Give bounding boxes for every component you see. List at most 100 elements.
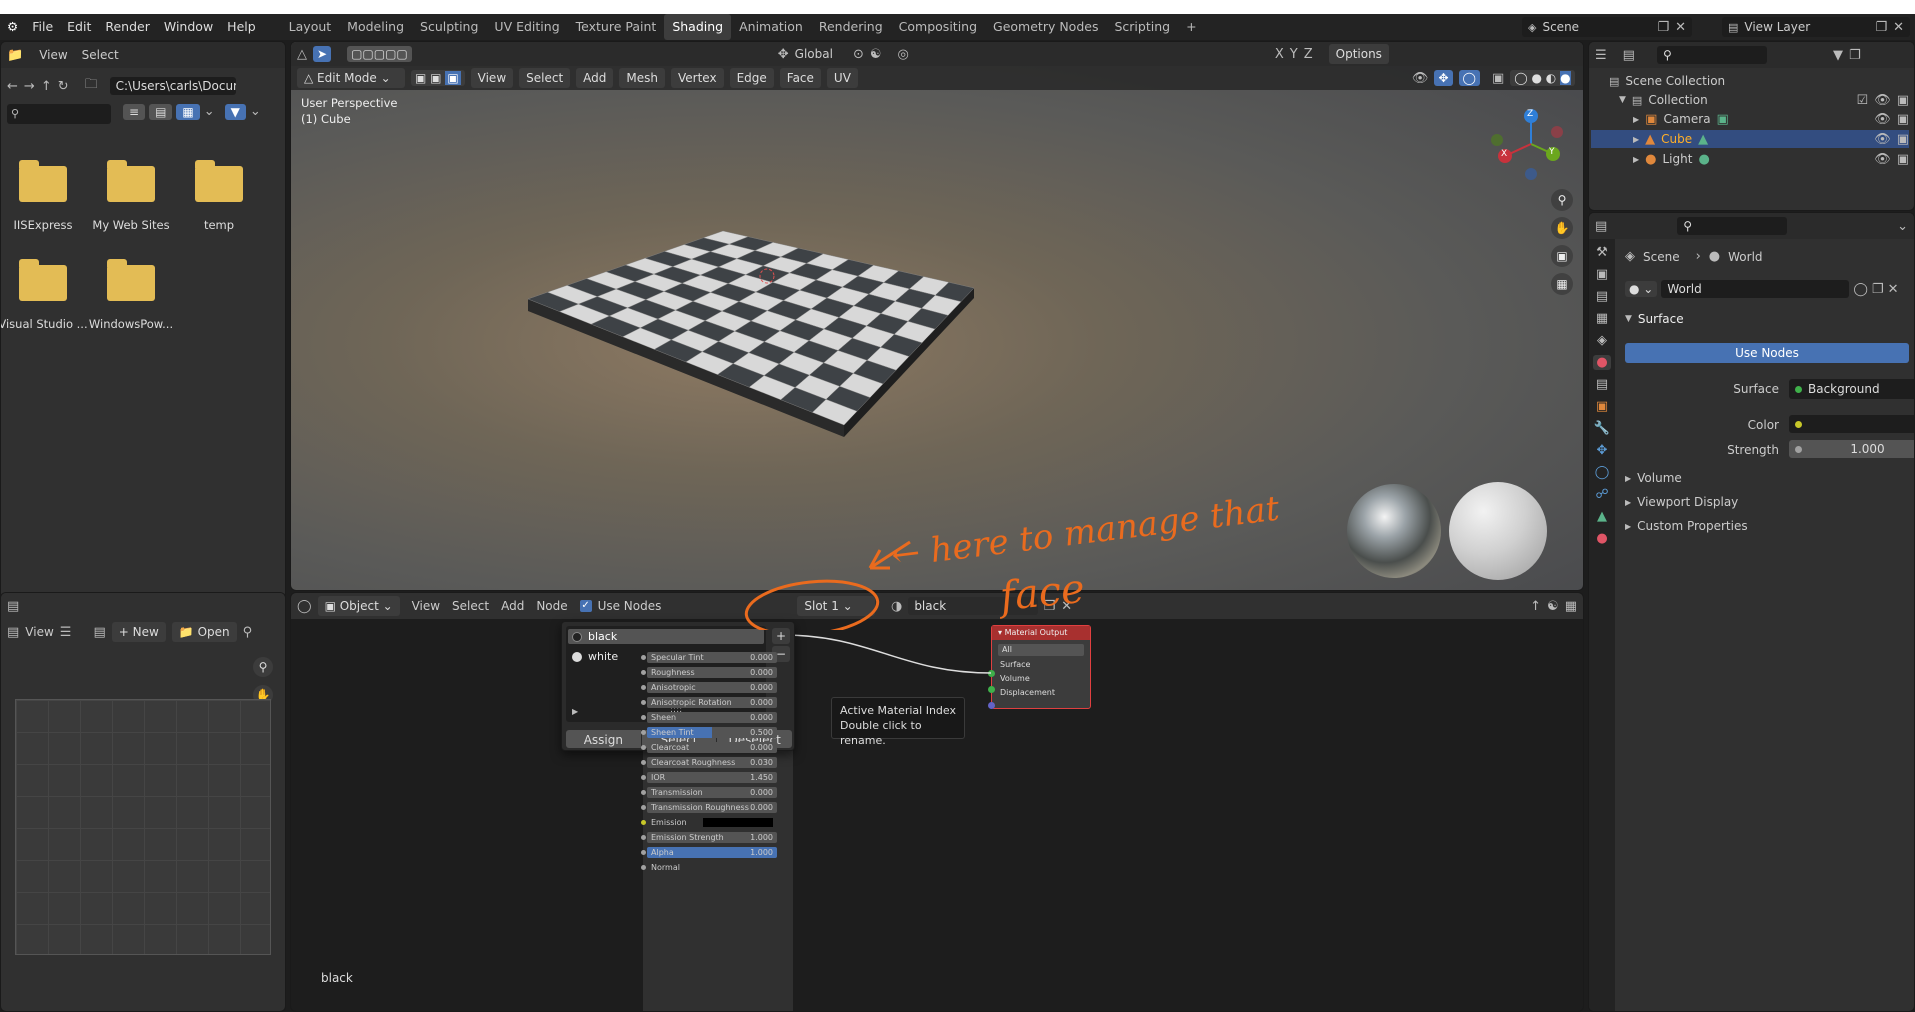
eye-icon[interactable]: 👁 xyxy=(1874,112,1891,127)
material-tab-icon[interactable]: ● xyxy=(1596,531,1607,546)
filter-icon[interactable]: ▼ xyxy=(1833,48,1843,63)
eye-icon[interactable]: 👁 xyxy=(1874,152,1891,167)
path-field[interactable]: C:\Users\carls\Docum... xyxy=(109,77,236,95)
material-slot-item[interactable]: black xyxy=(568,629,764,644)
eye-icon[interactable]: 👁 xyxy=(1874,93,1891,108)
tab-animation[interactable]: Animation xyxy=(731,14,811,40)
constraints-tab-icon[interactable]: ☍ xyxy=(1595,487,1608,502)
node-menu-view[interactable]: View xyxy=(412,599,440,613)
physics-tab-icon[interactable]: ◯ xyxy=(1595,465,1610,480)
strength-field[interactable]: 1.000 xyxy=(1789,440,1914,458)
bsdf-input-socket[interactable] xyxy=(641,730,646,735)
navigation-gizmo[interactable]: Z Y X xyxy=(1491,104,1571,184)
scene-tab-icon[interactable]: ◈ xyxy=(1597,333,1607,348)
node-menu-node[interactable]: Node xyxy=(536,599,567,613)
volume-socket[interactable] xyxy=(988,686,995,693)
list-horizontal-icon[interactable]: ▤ xyxy=(149,104,173,120)
snap-target-icon[interactable]: ▦ xyxy=(1565,599,1577,614)
bsdf-input-row[interactable]: Sheen Tint 0.500 xyxy=(647,727,777,738)
menu-edit[interactable]: Edit xyxy=(60,14,98,40)
node-editor-panel[interactable]: ◯ ▣ Object ⌄ View Select Add Node ✓ Use … xyxy=(290,592,1584,1012)
use-nodes-button[interactable]: Use Nodes xyxy=(1625,343,1909,363)
folder-item[interactable]: temp xyxy=(177,160,261,246)
image-icon[interactable]: ▤ xyxy=(7,625,19,640)
parent-dir-icon[interactable]: ↑ xyxy=(41,79,52,94)
file-search-input[interactable]: ⚲ xyxy=(7,104,111,124)
node-menu-select[interactable]: Select xyxy=(452,599,489,613)
displacement-socket[interactable] xyxy=(988,702,995,709)
file-view-menu[interactable]: View xyxy=(39,48,67,62)
hamburger-menu-icon[interactable]: ☰ xyxy=(60,625,72,640)
bsdf-input-socket[interactable] xyxy=(641,820,646,825)
surface-shader-selector[interactable]: Background xyxy=(1789,379,1914,399)
eye-icon[interactable]: 👁 xyxy=(1874,132,1891,147)
expand-triangle-icon[interactable]: ▶ xyxy=(572,707,578,716)
bsdf-input-socket[interactable] xyxy=(641,865,646,870)
camera-render-icon[interactable]: ▣ xyxy=(1897,152,1909,167)
close-icon[interactable]: ✕ xyxy=(1675,20,1686,35)
properties-search-input[interactable]: ⚲ xyxy=(1677,217,1788,235)
refresh-icon[interactable]: ↻ xyxy=(58,79,69,94)
display-mode-icon[interactable]: ▤ xyxy=(1623,48,1635,63)
bsdf-input-socket[interactable] xyxy=(641,850,646,855)
menu-help[interactable]: Help xyxy=(220,14,263,40)
open-image-button[interactable]: 📁 Open xyxy=(171,622,237,642)
bsdf-input-socket[interactable] xyxy=(641,745,646,750)
bsdf-input-row[interactable]: Normal xyxy=(647,862,777,873)
bsdf-input-row[interactable]: Emission Strength 1.000 xyxy=(647,832,777,843)
ortho-toggle-icon[interactable]: ▦ xyxy=(1551,273,1573,295)
blender-logo-icon[interactable]: ⚙ xyxy=(0,14,25,40)
menu-window[interactable]: Window xyxy=(157,14,220,40)
view-layer-selector[interactable]: ▤ View Layer ❐ ✕ xyxy=(1722,17,1910,37)
render-tab-icon[interactable]: ▣ xyxy=(1596,267,1608,282)
scene-selector[interactable]: ◈ Scene ❐ ✕ xyxy=(1522,17,1692,37)
world-name-field[interactable]: World xyxy=(1661,280,1850,298)
color-field[interactable] xyxy=(1789,415,1914,433)
back-arrow-icon[interactable]: ← xyxy=(7,79,18,94)
bsdf-input-socket[interactable] xyxy=(641,805,646,810)
add-slot-button[interactable]: + xyxy=(772,628,790,644)
object-tab-icon[interactable]: ▣ xyxy=(1596,399,1608,414)
outliner-row-light[interactable]: ▶ ● Light ● 👁 ▣ xyxy=(1633,150,1909,168)
bsdf-input-row[interactable]: Anisotropic 0.000 xyxy=(647,682,777,693)
chevron-down-icon[interactable]: ⌄ xyxy=(250,104,261,120)
close-icon[interactable]: ✕ xyxy=(1893,20,1904,35)
editor-type-icon[interactable]: 📁 xyxy=(7,48,23,63)
expand-triangle-icon[interactable]: ▶ xyxy=(1633,135,1639,144)
data-tab-icon[interactable]: ▲ xyxy=(1597,509,1607,524)
bsdf-input-socket[interactable] xyxy=(641,715,646,720)
output-tab-icon[interactable]: ▤ xyxy=(1596,289,1608,304)
use-nodes-checkbox[interactable]: ✓ xyxy=(579,600,592,612)
custom-properties-section[interactable]: ▶ Custom Properties xyxy=(1625,519,1748,533)
outliner-row-collection[interactable]: ▼ ▤ Collection ☑ 👁 ▣ xyxy=(1619,91,1909,109)
folder-item[interactable]: WindowsPow... xyxy=(89,259,173,345)
editor-type-icon[interactable]: ▤ xyxy=(7,599,19,614)
camera-render-icon[interactable]: ▣ xyxy=(1897,132,1909,147)
thumbnails-icon[interactable]: ▦ xyxy=(176,104,200,120)
collection-tab-icon[interactable]: ▤ xyxy=(1596,377,1608,392)
zoom-icon[interactable]: ⚲ xyxy=(253,657,273,677)
close-icon[interactable]: ✕ xyxy=(1888,282,1899,297)
parent-node-icon[interactable]: ↑ xyxy=(1530,599,1541,614)
menu-render[interactable]: Render xyxy=(98,14,157,40)
bsdf-input-row[interactable]: Specular Tint 0.000 xyxy=(647,652,777,663)
forward-arrow-icon[interactable]: → xyxy=(24,79,35,94)
material-output-target[interactable]: All xyxy=(998,644,1084,656)
tab-shading[interactable]: Shading xyxy=(664,14,732,40)
bsdf-input-row[interactable]: IOR 1.450 xyxy=(647,772,777,783)
material-output-node[interactable]: ▾ Material Output All Surface Volume Dis… xyxy=(991,625,1091,709)
view-layer-tab-icon[interactable]: ▦ xyxy=(1596,311,1608,326)
bsdf-input-socket[interactable] xyxy=(641,775,646,780)
editor-type-icon[interactable]: ☰ xyxy=(1595,48,1607,63)
checkbox-icon[interactable]: ☑ xyxy=(1857,93,1869,108)
folder-item[interactable]: IISExpress xyxy=(1,160,85,246)
tab-sculpting[interactable]: Sculpting xyxy=(412,14,486,40)
outliner-row-camera[interactable]: ▶ ▣ Camera ▣ 👁 ▣ xyxy=(1633,110,1909,128)
assign-button[interactable]: Assign xyxy=(566,730,641,748)
bsdf-input-row[interactable]: Roughness 0.000 xyxy=(647,667,777,678)
uv-grid[interactable] xyxy=(15,699,271,955)
expand-triangle-icon[interactable]: ▶ xyxy=(1633,115,1639,124)
shader-type-dropdown[interactable]: ▣ Object ⌄ xyxy=(317,596,400,616)
tab-layout[interactable]: Layout xyxy=(281,14,340,40)
world-tab-icon[interactable]: ● xyxy=(1593,355,1611,370)
